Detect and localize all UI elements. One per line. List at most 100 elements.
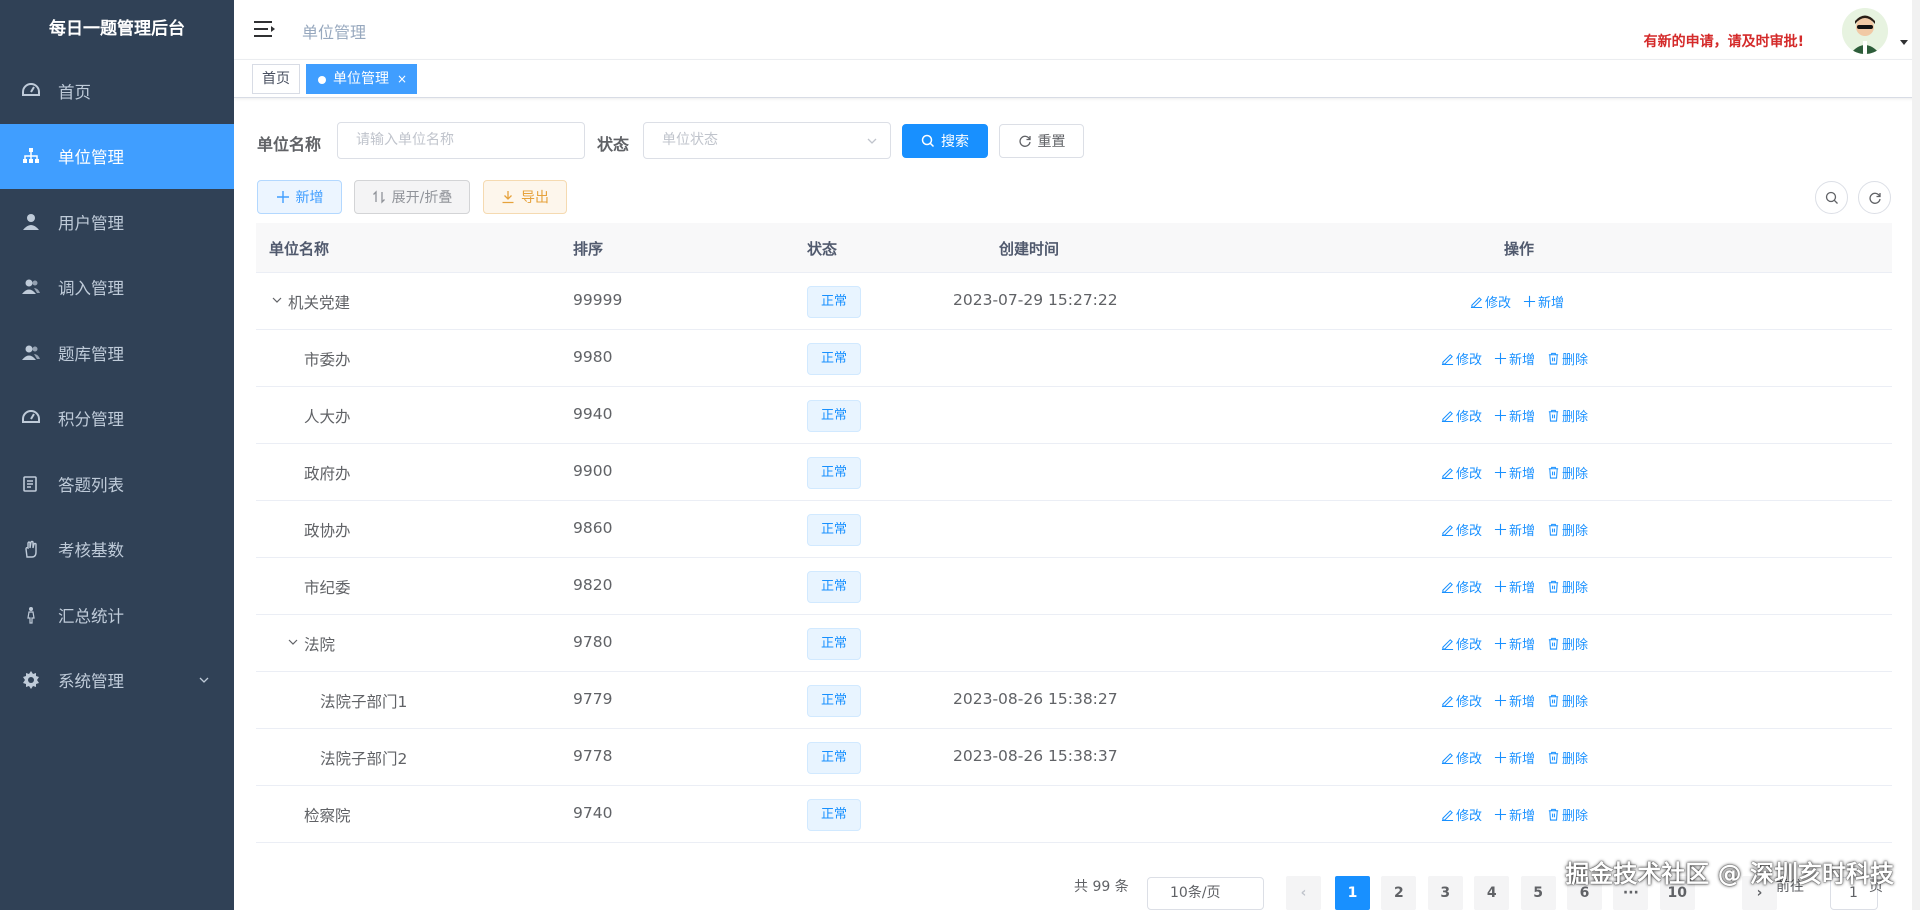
delete-button[interactable]: 删除 — [1547, 691, 1588, 710]
delete-button[interactable]: 删除 — [1547, 577, 1588, 596]
sidebar-item-1[interactable]: 单位管理 — [0, 123, 234, 189]
sidebar-item-label: 汇总统计 — [58, 606, 124, 626]
page-number[interactable]: 1 — [1335, 876, 1370, 910]
add-child-button[interactable]: 新增 — [1494, 691, 1535, 710]
page-number[interactable]: 5 — [1520, 876, 1556, 910]
delete-button[interactable]: 删除 — [1547, 349, 1588, 368]
delete-button[interactable]: 删除 — [1547, 748, 1588, 767]
reset-button[interactable]: 重置 — [999, 124, 1084, 158]
op-label: 新增 — [1509, 410, 1536, 425]
sidebar-item-2[interactable]: 用户管理 — [0, 189, 234, 255]
refresh-icon — [1018, 135, 1031, 147]
add-child-button[interactable]: 新增 — [1494, 463, 1535, 482]
search-button[interactable]: 搜索 — [902, 124, 988, 158]
edit-icon — [1441, 354, 1454, 365]
unit-name-input[interactable]: 请输入单位名称 — [337, 122, 585, 159]
scrollbar[interactable] — [1912, 0, 1920, 910]
op-label: 修改 — [1456, 467, 1483, 482]
chevron-down-icon[interactable] — [287, 636, 299, 648]
op-label: 删除 — [1562, 638, 1589, 653]
table-row: 机关党建 99999 正常 2023-07-29 15:27:22 修改 新增 — [256, 273, 1892, 330]
approval-notice[interactable]: 有新的申请，请及时审批! — [1644, 31, 1804, 51]
close-icon[interactable]: × — [397, 72, 407, 86]
tab-home-label: 首页 — [262, 71, 290, 87]
user-icon — [22, 213, 40, 231]
refresh-table-button[interactable] — [1858, 181, 1891, 214]
hamburger-icon[interactable] — [254, 18, 276, 40]
trash-icon — [1548, 409, 1559, 422]
add-child-button[interactable]: 新增 — [1494, 805, 1535, 824]
add-child-button[interactable]: 新增 — [1494, 520, 1535, 539]
trash-icon — [1548, 580, 1559, 593]
status-select[interactable]: 单位状态 — [643, 122, 891, 159]
add-child-button[interactable]: 新增 — [1494, 748, 1535, 767]
op-label: 删除 — [1562, 524, 1589, 539]
edit-button[interactable]: 修改 — [1441, 463, 1482, 482]
sidebar-item-7[interactable]: 考核基数 — [0, 517, 234, 583]
edit-button[interactable]: 修改 — [1441, 748, 1482, 767]
plus-icon — [1494, 466, 1507, 479]
sidebar-item-3[interactable]: 调入管理 — [0, 255, 234, 321]
table-row: 政协办 9860 正常 修改 新增 删除 — [256, 501, 1892, 558]
page-size-select[interactable]: 10条/页 — [1147, 877, 1264, 910]
delete-button[interactable]: 删除 — [1547, 634, 1588, 653]
sidebar-item-4[interactable]: 题库管理 — [0, 320, 234, 386]
page-number[interactable]: 4 — [1474, 876, 1510, 910]
reset-button-label: 重置 — [1037, 134, 1066, 150]
unit-name-placeholder: 请输入单位名称 — [356, 132, 454, 148]
export-button-label: 导出 — [521, 190, 549, 206]
trash-icon — [1548, 637, 1559, 650]
edit-button[interactable]: 修改 — [1470, 292, 1511, 311]
trash-icon — [1548, 523, 1559, 536]
op-label: 新增 — [1509, 467, 1536, 482]
sidebar-menu: 首页 单位管理 用户管理 调入管理 题库管理 积分管理 答题列表 考核基数汇总统计系统管理 — [0, 58, 234, 713]
edit-button[interactable]: 修改 — [1441, 349, 1482, 368]
prev-page-button[interactable]: ‹ — [1286, 876, 1321, 910]
expand-collapse-button[interactable]: 展开/折叠 — [354, 180, 470, 214]
sidebar-item-6[interactable]: 答题列表 — [0, 451, 234, 517]
page-number[interactable]: 2 — [1381, 876, 1417, 910]
tab-unit-management[interactable]: 单位管理 × — [306, 64, 418, 94]
table-row: 法院子部门2 9778 正常 2023-08-26 15:38:37 修改 新增 删除 — [256, 729, 1892, 786]
app-logo-title: 每日一题管理后台 — [49, 19, 185, 39]
plus-icon — [1494, 808, 1507, 821]
edit-button[interactable]: 修改 — [1441, 577, 1482, 596]
unit-name: 检察院 — [304, 807, 351, 825]
table-row: 检察院 9740 正常 修改 新增 删除 — [256, 786, 1892, 843]
column-header-name: 单位名称 — [269, 240, 330, 258]
delete-button[interactable]: 删除 — [1547, 463, 1588, 482]
unit-table: 单位名称 排序 状态 创建时间 操作 机关党建 99999 正常 2023-07-29… — [256, 223, 1892, 843]
edit-button[interactable]: 修改 — [1441, 406, 1482, 425]
add-child-button[interactable]: 新增 — [1494, 406, 1535, 425]
chevron-down-icon[interactable] — [1898, 36, 1910, 48]
delete-button[interactable]: 删除 — [1547, 805, 1588, 824]
unit-name: 市纪委 — [304, 579, 351, 597]
sidebar-item-9[interactable]: 系统管理 — [0, 648, 234, 714]
op-label: 删除 — [1562, 581, 1589, 596]
edit-button[interactable]: 修改 — [1441, 691, 1482, 710]
tab-home[interactable]: 首页 — [252, 64, 300, 94]
edit-button[interactable]: 修改 — [1441, 805, 1482, 824]
add-child-button[interactable]: 新增 — [1494, 349, 1535, 368]
delete-button[interactable]: 删除 — [1547, 520, 1588, 539]
sidebar-item-8[interactable]: 汇总统计 — [0, 582, 234, 648]
sidebar-item-0[interactable]: 首页 — [0, 58, 234, 124]
sidebar-item-5[interactable]: 积分管理 — [0, 386, 234, 452]
add-child-button[interactable]: 新增 — [1494, 577, 1535, 596]
add-child-button[interactable]: 新增 — [1494, 634, 1535, 653]
unit-name: 法院子部门1 — [320, 693, 408, 711]
status-badge: 正常 — [807, 400, 861, 432]
unit-name-label: 单位名称 — [257, 135, 322, 154]
unit-order: 9900 — [573, 462, 613, 480]
avatar[interactable] — [1842, 8, 1888, 54]
toggle-search-button[interactable] — [1815, 181, 1848, 214]
delete-button[interactable]: 删除 — [1547, 406, 1588, 425]
edit-button[interactable]: 修改 — [1441, 634, 1482, 653]
page-number[interactable]: 3 — [1427, 876, 1463, 910]
add-button[interactable]: 新增 — [257, 180, 342, 214]
chevron-down-icon[interactable] — [271, 294, 283, 306]
add-child-button[interactable]: 新增 — [1523, 292, 1564, 311]
export-button[interactable]: 导出 — [483, 180, 567, 214]
table-row: 市纪委 9820 正常 修改 新增 删除 — [256, 558, 1892, 615]
edit-button[interactable]: 修改 — [1441, 520, 1482, 539]
